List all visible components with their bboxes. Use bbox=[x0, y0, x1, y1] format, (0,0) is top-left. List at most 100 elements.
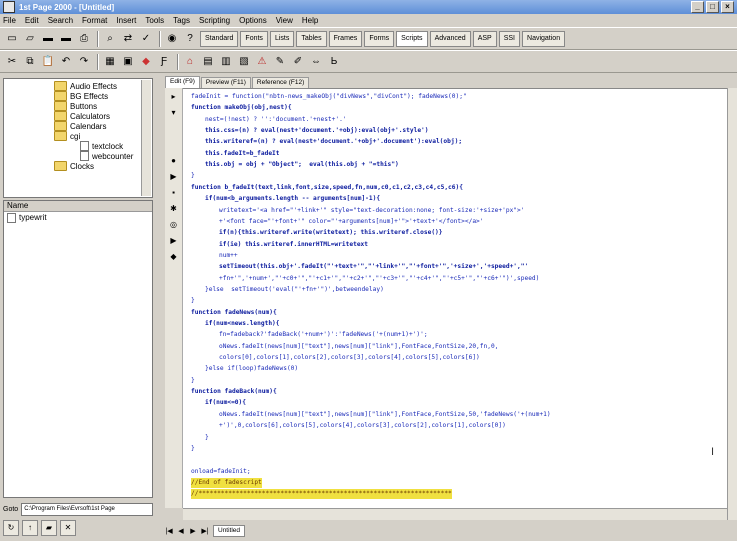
toolbar-tab-scripts[interactable]: Scripts bbox=[396, 30, 428, 47]
toolbar-tab-fonts[interactable]: Fonts bbox=[240, 30, 268, 47]
script-icon[interactable]: ⚠ bbox=[254, 54, 270, 69]
replace-icon[interactable]: ⇄ bbox=[120, 31, 136, 46]
editor-horizontal-scrollbar[interactable] bbox=[183, 508, 727, 520]
folder-tree-item[interactable]: BG Effects bbox=[4, 91, 152, 101]
help-icon[interactable]: ? bbox=[182, 31, 198, 46]
folder-tree-label: webcounter bbox=[92, 151, 134, 161]
paint-icon[interactable]: ✎ bbox=[272, 54, 288, 69]
folder-tree-label: cgi bbox=[70, 131, 81, 141]
menu-view[interactable]: View bbox=[276, 16, 293, 25]
save-icon[interactable]: ▬ bbox=[40, 31, 56, 46]
toolbar-tab-forms[interactable]: Forms bbox=[364, 30, 395, 47]
editor-tab-0[interactable]: Edit (F9) bbox=[165, 76, 200, 88]
spell-icon[interactable]: ✓ bbox=[138, 31, 154, 46]
form-icon[interactable]: ▥ bbox=[218, 54, 234, 69]
watch-icon[interactable]: ◎ bbox=[168, 220, 179, 229]
close-button[interactable]: × bbox=[721, 1, 734, 13]
editor-vertical-scrollbar[interactable] bbox=[727, 88, 737, 520]
menu-format[interactable]: Format bbox=[82, 16, 107, 25]
toolbar-tab-tables[interactable]: Tables bbox=[296, 30, 327, 47]
toolbar-tab-advanced[interactable]: Advanced bbox=[429, 30, 471, 47]
menu-edit[interactable]: Edit bbox=[25, 16, 39, 25]
color-icon[interactable]: ◆ bbox=[138, 54, 154, 69]
file-list[interactable]: Name typewrit bbox=[3, 200, 153, 498]
break-icon[interactable]: ✱ bbox=[168, 204, 179, 213]
grid-icon[interactable]: ▦ bbox=[102, 54, 118, 69]
marker-icon[interactable]: ▸ bbox=[168, 92, 179, 101]
bookmark-icon[interactable]: ▾ bbox=[168, 108, 179, 117]
folder-tree[interactable]: Audio Effects BG Effects Buttons Calculator… bbox=[3, 78, 153, 198]
cut-icon[interactable]: ✂ bbox=[4, 54, 20, 69]
format-toolbar: ✂ ⧉ 📋 ↶ ↷ ▦ ▣ ◆ Ƒ ⌂ ▤ ▥ ▧ ⚠ ✎ ✐ ⇔ Ь bbox=[0, 50, 737, 73]
paste-icon[interactable]: 📋 bbox=[40, 54, 56, 69]
path-input[interactable]: C:\Program Files\Evrsoft\1st Page bbox=[21, 503, 153, 516]
arrow-icon[interactable]: ▶ bbox=[168, 172, 179, 181]
font-icon[interactable]: Ƒ bbox=[156, 54, 172, 69]
toolbar-tab-ssi[interactable]: SSI bbox=[498, 30, 521, 47]
text-icon[interactable]: Ь bbox=[326, 54, 342, 69]
toolbar-tab-navigation[interactable]: Navigation bbox=[522, 30, 566, 47]
file-name: typewrit bbox=[19, 213, 47, 222]
last-doc-button[interactable]: ▶| bbox=[201, 527, 209, 535]
next-doc-button[interactable]: ▶ bbox=[189, 527, 197, 535]
print-icon[interactable]: ⎙ bbox=[76, 31, 92, 46]
prev-doc-button[interactable]: ◀ bbox=[177, 527, 185, 535]
delete-icon[interactable]: ✕ bbox=[60, 520, 76, 536]
title-bar: 1st Page 2000 - [Untitled] _ □ × bbox=[0, 0, 737, 14]
home-icon[interactable]: ⌂ bbox=[182, 54, 198, 69]
image-icon[interactable]: ▣ bbox=[120, 54, 136, 69]
folder-tree-item[interactable]: Audio Effects bbox=[4, 81, 152, 91]
folder-tree-item[interactable]: Calendars bbox=[4, 121, 152, 131]
first-doc-button[interactable]: |◀ bbox=[165, 527, 173, 535]
menu-help[interactable]: Help bbox=[302, 16, 318, 25]
find-icon[interactable]: ⌕ bbox=[102, 31, 118, 46]
editor-tab-1[interactable]: Preview (F11) bbox=[200, 77, 251, 88]
new-icon[interactable]: ▭ bbox=[4, 31, 20, 46]
maximize-button[interactable]: □ bbox=[706, 1, 719, 13]
open-icon[interactable]: ▱ bbox=[22, 31, 38, 46]
step-icon[interactable]: ▪ bbox=[168, 188, 179, 197]
folder-tree-item[interactable]: webcounter bbox=[4, 151, 152, 161]
debug-icon[interactable]: ◆ bbox=[168, 252, 179, 261]
document-tab[interactable]: Untitled bbox=[213, 524, 246, 537]
table-icon[interactable]: ▤ bbox=[200, 54, 216, 69]
toolbar-tab-asp[interactable]: ASP bbox=[472, 30, 497, 47]
menu-tags[interactable]: Tags bbox=[173, 16, 190, 25]
folder-tree-item[interactable]: Calculators bbox=[4, 111, 152, 121]
menu-insert[interactable]: Insert bbox=[116, 16, 136, 25]
save-all-icon[interactable]: ▬ bbox=[58, 31, 74, 46]
copy-icon[interactable]: ⧉ bbox=[22, 54, 38, 69]
tag-icon[interactable]: ● bbox=[168, 156, 179, 165]
toolbar-tab-lists[interactable]: Lists bbox=[269, 30, 295, 47]
toolbar-tab-standard[interactable]: Standard bbox=[200, 30, 239, 47]
file-list-header[interactable]: Name bbox=[4, 201, 152, 212]
folder-tree-scrollbar[interactable] bbox=[141, 80, 151, 196]
menu-bar: File Edit Search Format Insert Tools Tags Scrip… bbox=[0, 14, 737, 27]
folder-tree-item[interactable]: Buttons bbox=[4, 101, 152, 111]
menu-scripting[interactable]: Scripting bbox=[199, 16, 230, 25]
folder-tree-item[interactable]: Clocks bbox=[4, 161, 152, 171]
code-editor[interactable]: fadeInit = function("nbtn-news_makeObj("… bbox=[183, 88, 727, 508]
refresh-icon[interactable]: ↻ bbox=[3, 520, 19, 536]
menu-tools[interactable]: Tools bbox=[145, 16, 164, 25]
file-list-item[interactable]: typewrit bbox=[4, 212, 152, 223]
menu-options[interactable]: Options bbox=[239, 16, 267, 25]
code-line: function fadeBack(num){ bbox=[191, 388, 277, 396]
redo-icon[interactable]: ↷ bbox=[76, 54, 92, 69]
menu-file[interactable]: File bbox=[3, 16, 16, 25]
frame-icon[interactable]: ▧ bbox=[236, 54, 252, 69]
marker-icon[interactable]: ✐ bbox=[290, 54, 306, 69]
undo-icon[interactable]: ↶ bbox=[58, 54, 74, 69]
folder-tree-item[interactable]: cgi bbox=[4, 131, 152, 141]
editor-tab-2[interactable]: Reference (F12) bbox=[251, 77, 310, 88]
toolbar-tab-frames[interactable]: Frames bbox=[328, 30, 363, 47]
folder-tree-item[interactable]: textclock bbox=[4, 141, 152, 151]
run-icon[interactable]: ▶ bbox=[168, 236, 179, 245]
code-line: this.obj = obj + "Object"; eval(this.obj… bbox=[205, 161, 399, 169]
browser-icon[interactable]: ◉ bbox=[164, 31, 180, 46]
menu-search[interactable]: Search bbox=[48, 16, 73, 25]
new-folder-icon[interactable]: ▰ bbox=[41, 520, 57, 536]
minimize-button[interactable]: _ bbox=[691, 1, 704, 13]
folder-up-icon[interactable]: ↑ bbox=[22, 520, 38, 536]
link-icon[interactable]: ⇔ bbox=[308, 54, 324, 69]
